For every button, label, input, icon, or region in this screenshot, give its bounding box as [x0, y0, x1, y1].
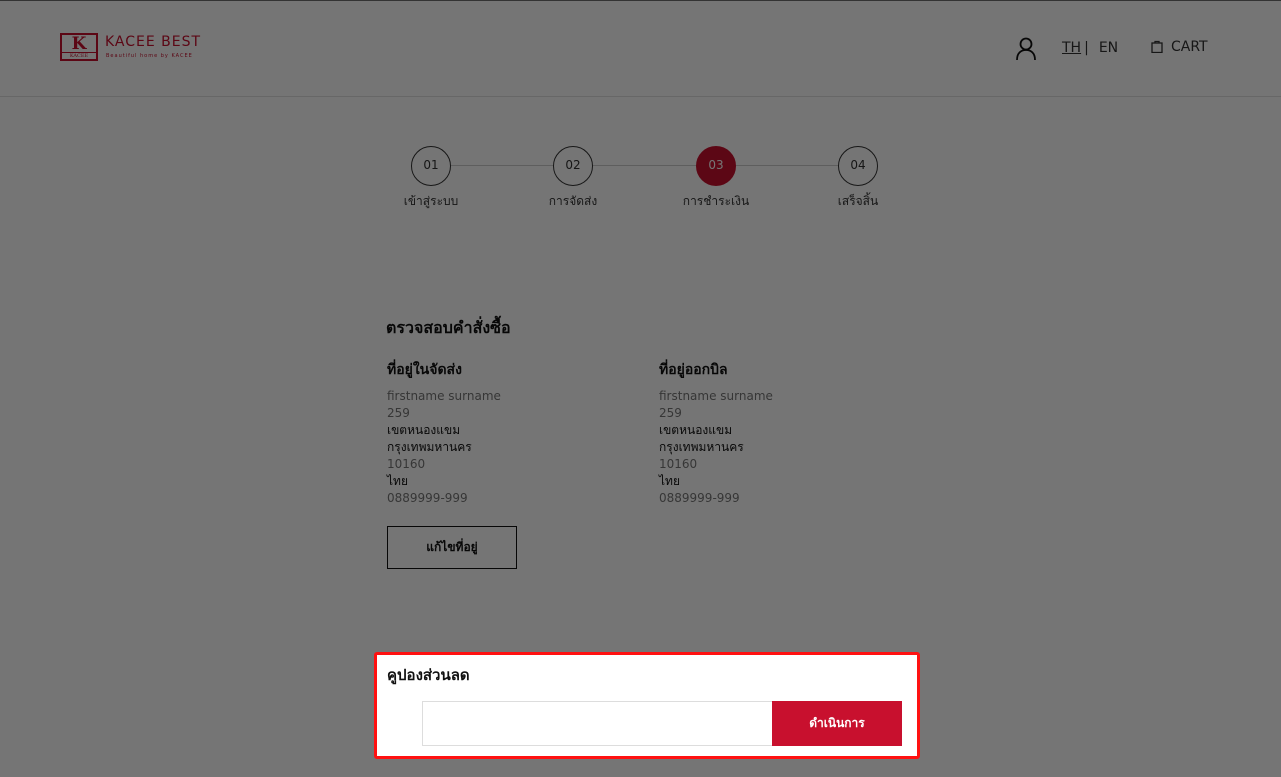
- step-payment[interactable]: 03 การชำระเงิน: [671, 146, 761, 211]
- shipping-address: ที่อยู่ในจัดส่ง firstname surname 259 เข…: [387, 359, 647, 507]
- address-province: กรุงเทพมหานคร: [659, 440, 744, 454]
- address-district: เขตหนองแขม: [387, 423, 461, 437]
- address-house-no: 259: [387, 406, 410, 420]
- lang-en-link[interactable]: EN: [1099, 40, 1118, 56]
- step-label: การชำระเงิน: [682, 194, 750, 208]
- brand-name: KACEE BEST: [105, 34, 202, 50]
- brand-logo[interactable]: K KACEE KACEE BEST Beautiful home by KAC…: [60, 33, 220, 63]
- address-postcode: 10160: [659, 457, 698, 471]
- edit-address-button[interactable]: แก้ไขที่อยู่: [387, 526, 517, 569]
- step-login[interactable]: 01 เข้าสู่ระบบ: [386, 146, 476, 211]
- address-house-no: 259: [659, 406, 682, 420]
- step-number: 03: [696, 146, 736, 186]
- checkout-page: K KACEE KACEE BEST Beautiful home by KAC…: [0, 0, 1281, 777]
- coupon-section: คูปองส่วนลด ดำเนินการ: [374, 652, 920, 759]
- address-province: กรุงเทพมหานคร: [387, 440, 472, 454]
- step-label: เข้าสู่ระบบ: [403, 194, 459, 208]
- coupon-code-input[interactable]: [422, 701, 774, 746]
- lang-separator: |: [1084, 40, 1089, 56]
- address-name: firstname surname: [387, 389, 501, 403]
- step-complete[interactable]: 04 เสร็จสิ้น: [813, 146, 903, 211]
- step-label: การจัดส่ง: [548, 194, 598, 208]
- stepper-line: [450, 165, 850, 166]
- cart-label: CART: [1171, 39, 1208, 55]
- billing-address-heading: ที่อยู่ออกบิล: [659, 362, 728, 378]
- cart-link[interactable]: CART: [1151, 39, 1208, 55]
- step-number: 02: [553, 146, 593, 186]
- step-shipping[interactable]: 02 การจัดส่ง: [528, 146, 618, 211]
- address-postcode: 10160: [387, 457, 426, 471]
- address-phone: 0889999-999: [659, 491, 740, 505]
- brand-tagline: Beautiful home by KACEE: [106, 53, 193, 59]
- address-country: ไทย: [659, 474, 680, 488]
- step-number: 01: [411, 146, 451, 186]
- language-switcher: TH | EN: [1062, 40, 1118, 56]
- shipping-address-heading: ที่อยู่ในจัดส่ง: [387, 362, 462, 378]
- address-name: firstname surname: [659, 389, 773, 403]
- shopping-bag-icon: [1151, 40, 1163, 54]
- step-number: 04: [838, 146, 878, 186]
- address-phone: 0889999-999: [387, 491, 468, 505]
- checkout-stepper: 01 เข้าสู่ระบบ 02 การจัดส่ง 03 การชำระเง…: [400, 146, 890, 216]
- user-account-icon[interactable]: [1015, 37, 1037, 61]
- billing-address: ที่อยู่ออกบิล firstname surname 259 เขตห…: [659, 359, 919, 507]
- address-district: เขตหนองแขม: [659, 423, 733, 437]
- logo-mark-icon: K KACEE: [60, 33, 98, 61]
- coupon-title: คูปองส่วนลด: [387, 666, 470, 684]
- lang-th-link[interactable]: TH: [1062, 40, 1081, 56]
- site-header: K KACEE KACEE BEST Beautiful home by KAC…: [0, 1, 1281, 97]
- step-label: เสร็จสิ้น: [837, 194, 879, 208]
- address-country: ไทย: [387, 474, 408, 488]
- apply-coupon-button[interactable]: ดำเนินการ: [772, 701, 902, 746]
- order-review-title: ตรวจสอบคำสั่งซื้อ: [386, 318, 511, 337]
